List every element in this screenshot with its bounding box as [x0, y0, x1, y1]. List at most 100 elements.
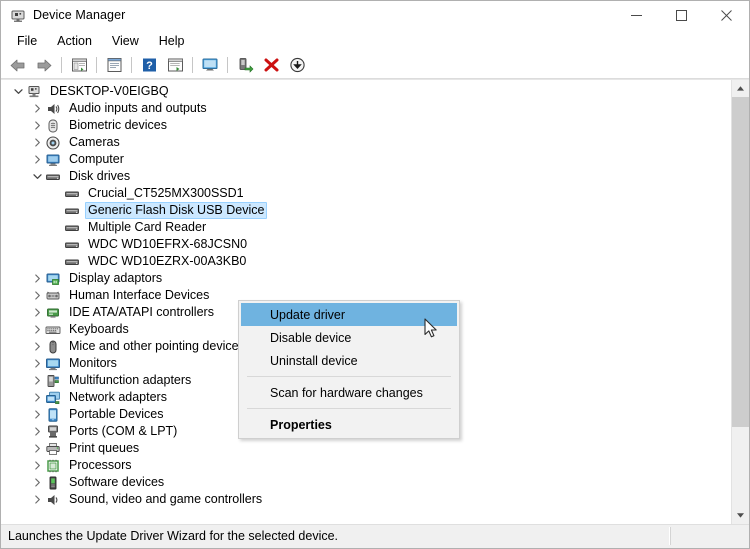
chevron-right-icon[interactable] [29, 304, 45, 321]
minimize-button[interactable] [614, 1, 659, 29]
scan-for-hardware-changes-icon[interactable] [198, 54, 222, 76]
context-menu-item-properties[interactable]: Properties [239, 413, 459, 436]
tree-row-print-queues[interactable]: Print queues [1, 440, 731, 457]
portable-device-icon [45, 407, 61, 423]
toolbar-separator [131, 57, 132, 73]
show-hide-console-tree-icon[interactable] [67, 54, 91, 76]
toolbar-separator [227, 57, 228, 73]
tree-row-generic-flash-disk-usb-device[interactable]: Generic Flash Disk USB Device [1, 202, 731, 219]
chevron-right-icon[interactable] [29, 457, 45, 474]
disable-device-icon[interactable] [285, 54, 309, 76]
tree-row-processors[interactable]: Processors [1, 457, 731, 474]
tree-row-audio-inputs-and-outputs[interactable]: Audio inputs and outputs [1, 100, 731, 117]
chevron-right-icon[interactable] [29, 474, 45, 491]
context-menu-separator [247, 408, 451, 409]
keyboard-icon [45, 322, 61, 338]
tree-row-label: Multifunction adapters [69, 373, 192, 387]
context-menu-item-uninstall-device[interactable]: Uninstall device [239, 349, 459, 372]
tree-row-label: Keyboards [69, 322, 129, 336]
chevron-right-icon[interactable] [29, 355, 45, 372]
tree-row-biometric-devices[interactable]: Biometric devices [1, 117, 731, 134]
tree-row-label: Crucial_CT525MX300SSD1 [88, 186, 244, 200]
chevron-right-icon[interactable] [29, 491, 45, 508]
chevron-down-icon[interactable] [10, 83, 26, 100]
toolbar: ? [1, 52, 749, 79]
camera-icon [45, 135, 61, 151]
toolbar-separator [96, 57, 97, 73]
device-manager-icon [10, 7, 26, 23]
hid-icon [45, 288, 61, 304]
toolbar-separator [192, 57, 193, 73]
disk-drive-icon [45, 169, 61, 185]
chevron-right-icon[interactable] [29, 321, 45, 338]
properties-icon[interactable] [102, 54, 126, 76]
chevron-right-icon[interactable] [29, 389, 45, 406]
tree-row-wdc-wd10efrx-68jcsn0[interactable]: WDC WD10EFRX-68JCSN0 [1, 236, 731, 253]
back-icon[interactable] [6, 54, 30, 76]
tree-row-label: WDC WD10EFRX-68JCSN0 [88, 237, 248, 251]
chevron-right-icon[interactable] [29, 270, 45, 287]
status-secondary-panel [670, 527, 747, 545]
forward-icon[interactable] [32, 54, 56, 76]
tree-row-label: Portable Devices [69, 407, 164, 421]
tree-row-root[interactable]: DESKTOP-V0EIGBQ [1, 83, 731, 100]
tree-row-multiple-card-reader[interactable]: Multiple Card Reader [1, 219, 731, 236]
status-message: Launches the Update Driver Wizard for th… [3, 527, 670, 545]
context-menu-separator [247, 376, 451, 377]
uninstall-device-icon[interactable] [259, 54, 283, 76]
scrollbar-down-arrow[interactable] [732, 507, 749, 524]
tree-row-display-adaptors[interactable]: Display adaptors [1, 270, 731, 287]
mouse-icon [45, 339, 61, 355]
tree-row-label: Mice and other pointing devices [69, 339, 245, 353]
chevron-right-icon[interactable] [29, 151, 45, 168]
chevron-down-icon[interactable] [29, 168, 45, 185]
context-menu-item-disable-device[interactable]: Disable device [239, 326, 459, 349]
disk-drive-icon [64, 203, 80, 219]
menu-action[interactable]: Action [47, 31, 102, 51]
chevron-right-icon[interactable] [29, 423, 45, 440]
scrollbar-thumb[interactable] [732, 97, 749, 427]
tree-row-wdc-wd10ezrx-00a3kb0[interactable]: WDC WD10EZRX-00A3KB0 [1, 253, 731, 270]
status-bar: Launches the Update Driver Wizard for th… [1, 524, 749, 548]
tree-row-label: Processors [69, 458, 132, 472]
scrollbar-track[interactable] [732, 97, 749, 507]
vertical-scrollbar[interactable] [731, 80, 749, 524]
processor-icon [45, 458, 61, 474]
tree-row-disk-drives[interactable]: Disk drives [1, 168, 731, 185]
help-icon[interactable]: ? [137, 54, 161, 76]
close-button[interactable] [704, 1, 749, 29]
tree-row-label: Disk drives [69, 169, 131, 183]
printer-icon [45, 441, 61, 457]
update-driver-icon[interactable] [163, 54, 187, 76]
tree-row-software-devices[interactable]: Software devices [1, 474, 731, 491]
scrollbar-up-arrow[interactable] [732, 80, 749, 97]
chevron-right-icon[interactable] [29, 134, 45, 151]
toolbar-separator [61, 57, 62, 73]
tree-row-label: Network adapters [69, 390, 167, 404]
tree-row-computer[interactable]: Computer [1, 151, 731, 168]
menu-help[interactable]: Help [149, 31, 195, 51]
menu-view[interactable]: View [102, 31, 149, 51]
chevron-right-icon[interactable] [29, 287, 45, 304]
multifunction-adapter-icon [45, 373, 61, 389]
enable-device-icon[interactable] [233, 54, 257, 76]
context-menu-item-update-driver[interactable]: Update driver [241, 303, 457, 326]
maximize-button[interactable] [659, 1, 704, 29]
tree-row-cameras[interactable]: Cameras [1, 134, 731, 151]
tree-row-sound-video-and-game-controllers[interactable]: Sound, video and game controllers [1, 491, 731, 508]
window-controls [614, 1, 749, 29]
chevron-right-icon[interactable] [29, 117, 45, 134]
chevron-right-icon[interactable] [29, 440, 45, 457]
chevron-right-icon[interactable] [29, 100, 45, 117]
display-adapter-icon [45, 271, 61, 287]
device-tree[interactable]: DESKTOP-V0EIGBQ Audio inputs and outputs [1, 80, 731, 524]
chevron-right-icon[interactable] [29, 406, 45, 423]
tree-row-crucial-ct525mx300ssd1[interactable]: Crucial_CT525MX300SSD1 [1, 185, 731, 202]
chevron-right-icon[interactable] [29, 372, 45, 389]
context-menu-item-scan-for-hardware-changes[interactable]: Scan for hardware changes [239, 381, 459, 404]
chevron-right-icon[interactable] [29, 338, 45, 355]
tree-row-label: Generic Flash Disk USB Device [85, 202, 268, 219]
menu-bar: File Action View Help [1, 29, 749, 52]
tree-row-label: Biometric devices [69, 118, 167, 132]
menu-file[interactable]: File [7, 31, 47, 51]
